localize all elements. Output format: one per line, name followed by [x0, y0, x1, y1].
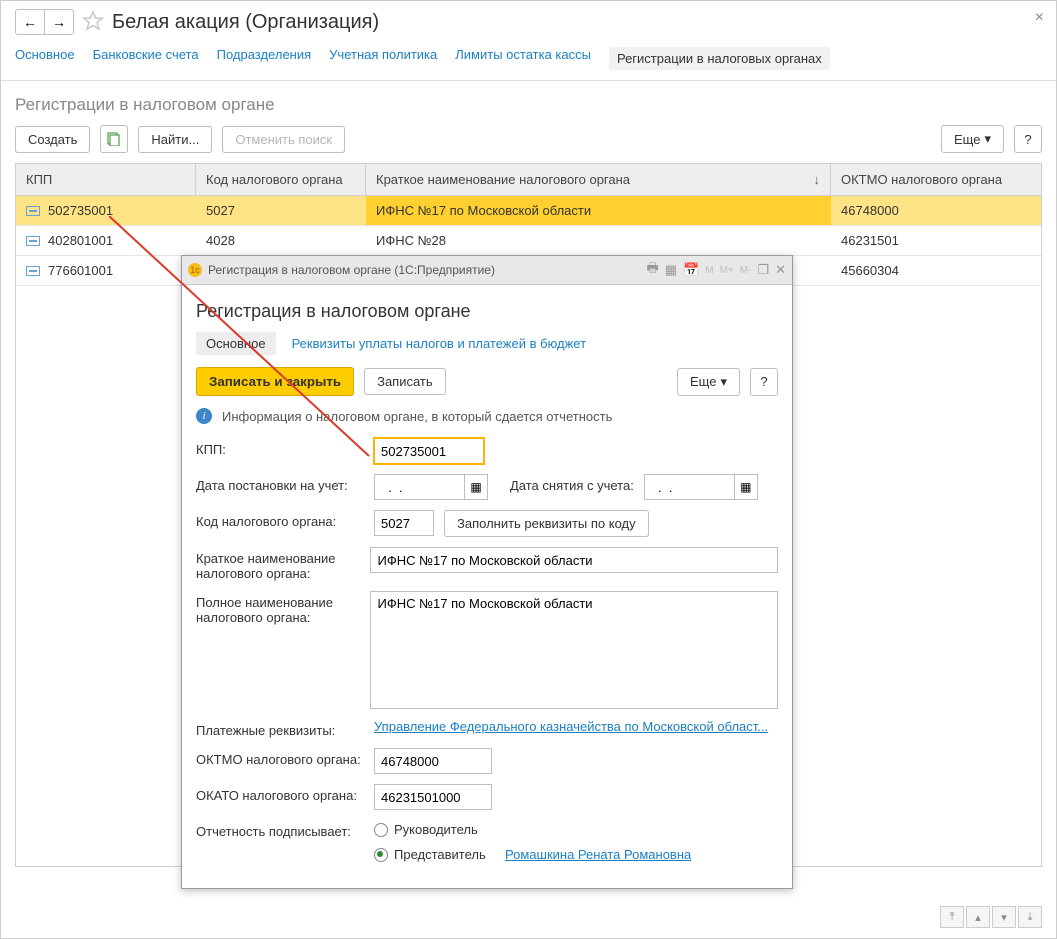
- label-signer: Отчетность подписывает:: [196, 820, 364, 839]
- tab-divisions[interactable]: Подразделения: [217, 47, 312, 70]
- find-button[interactable]: Найти...: [138, 126, 212, 153]
- fill-by-code-button[interactable]: Заполнить реквизиты по коду: [444, 510, 649, 537]
- reg-date-input[interactable]: [374, 474, 464, 500]
- list-toolbar: Создать Найти... Отменить поиск Еще ▾ ?: [1, 125, 1056, 163]
- sort-down-icon: ↓: [814, 172, 821, 187]
- save-button[interactable]: Записать: [364, 368, 446, 395]
- label-code: Код налогового органа:: [196, 510, 364, 529]
- label-kpp: КПП:: [196, 438, 364, 457]
- app-1c-icon: 1c: [188, 263, 202, 277]
- page-title: Белая акация (Организация): [112, 11, 379, 34]
- pay-props-link[interactable]: Управление Федерального казначейства по …: [374, 719, 768, 734]
- full-name-input[interactable]: [370, 591, 778, 709]
- section-title: Регистрации в налоговом органе: [1, 81, 1056, 125]
- tab-registrations[interactable]: Регистрации в налоговых органах: [609, 47, 830, 70]
- close-icon[interactable]: ×: [1035, 9, 1044, 27]
- dialog-titlebar[interactable]: 1c Регистрация в налоговом органе (1С:Пр…: [182, 256, 792, 285]
- dialog-tab-main[interactable]: Основное: [196, 332, 276, 355]
- nav-back-button[interactable]: ←: [15, 9, 45, 35]
- dialog-more-button[interactable]: Еще ▾: [677, 368, 740, 396]
- cancel-find-button[interactable]: Отменить поиск: [222, 126, 345, 153]
- short-name-input[interactable]: [370, 547, 778, 573]
- chevron-down-icon: ▾: [984, 131, 991, 147]
- scroll-up-button[interactable]: ▴: [966, 906, 990, 928]
- copy-button[interactable]: [100, 125, 128, 153]
- calendar-icon: ▦: [470, 480, 481, 494]
- info-icon: i: [196, 408, 212, 424]
- nav-back-forward: ← →: [15, 9, 74, 35]
- collapse-icon: [26, 236, 40, 246]
- oktmo-input[interactable]: [374, 748, 492, 774]
- calendar-icon[interactable]: 📅: [683, 262, 699, 278]
- okato-input[interactable]: [374, 784, 492, 810]
- radio-on-icon: [374, 848, 388, 862]
- copy-icon: [107, 132, 121, 146]
- tab-bank[interactable]: Банковские счета: [93, 47, 199, 70]
- dialog-heading: Регистрация в налоговом органе: [196, 301, 778, 322]
- signer-head-radio[interactable]: Руководитель: [374, 822, 691, 837]
- chevron-down-icon: ▾: [720, 374, 727, 390]
- dereg-date-input[interactable]: [644, 474, 734, 500]
- label-okato: ОКАТО налогового органа:: [196, 784, 364, 803]
- dialog-close-icon[interactable]: ✕: [775, 262, 786, 278]
- print-icon[interactable]: 🖶: [646, 259, 658, 281]
- dialog-toolbar: Записать и закрыть Записать Еще ▾ ?: [196, 367, 778, 396]
- tab-main[interactable]: Основное: [15, 47, 75, 70]
- star-icon[interactable]: [82, 10, 104, 35]
- table-header: КПП Код налогового органа Краткое наимен…: [16, 164, 1041, 196]
- th-kpp[interactable]: КПП: [16, 164, 196, 195]
- th-code[interactable]: Код налогового органа: [196, 164, 366, 195]
- calendar-icon: ▦: [740, 480, 751, 494]
- more-button[interactable]: Еще ▾: [941, 125, 1004, 153]
- list-scroll-nav: ⤒ ▴ ▾ ⤓: [940, 906, 1042, 928]
- label-pay-props: Платежные реквизиты:: [196, 719, 364, 738]
- radio-icon: [374, 823, 388, 837]
- signer-rep-radio[interactable]: Представитель Ромашкина Рената Романовна: [374, 847, 691, 862]
- m-minus-icon[interactable]: M-: [740, 265, 752, 276]
- label-oktmo: ОКТМО налогового органа:: [196, 748, 364, 767]
- label-short-name: Краткое наименование налогового органа:: [196, 547, 360, 581]
- create-button[interactable]: Создать: [15, 126, 90, 153]
- dereg-date-cal-button[interactable]: ▦: [734, 474, 758, 500]
- scroll-top-button[interactable]: ⤒: [940, 906, 964, 928]
- th-name[interactable]: Краткое наименование налогового органа ↓: [366, 164, 831, 195]
- label-dereg-date: Дата снятия с учета:: [498, 474, 634, 493]
- m-plus-icon[interactable]: M+: [720, 265, 734, 276]
- dialog-restore-icon[interactable]: ❐: [757, 262, 769, 278]
- save-close-button[interactable]: Записать и закрыть: [196, 367, 354, 396]
- label-reg-date: Дата постановки на учет:: [196, 474, 364, 493]
- help-button[interactable]: ?: [1014, 125, 1042, 153]
- table-row[interactable]: 402801001 4028 ИФНС №28 46231501: [16, 226, 1041, 256]
- tab-limits[interactable]: Лимиты остатка кассы: [455, 47, 591, 70]
- kpp-input[interactable]: [374, 438, 484, 464]
- nav-tabs: Основное Банковские счета Подразделения …: [1, 41, 1056, 81]
- registration-dialog: 1c Регистрация в налоговом органе (1С:Пр…: [181, 255, 793, 889]
- nav-forward-button[interactable]: →: [44, 9, 74, 35]
- scroll-bottom-button[interactable]: ⤓: [1018, 906, 1042, 928]
- m-icon[interactable]: M: [705, 265, 713, 276]
- th-oktmo[interactable]: ОКТМО налогового органа: [831, 164, 1041, 195]
- info-row: i Информация о налоговом органе, в котор…: [196, 408, 778, 424]
- dialog-tabs: Основное Реквизиты уплаты налогов и плат…: [196, 332, 778, 355]
- code-input[interactable]: [374, 510, 434, 536]
- representative-link[interactable]: Ромашкина Рената Романовна: [505, 847, 691, 862]
- dialog-tab-payment-props[interactable]: Реквизиты уплаты налогов и платежей в бю…: [292, 332, 586, 355]
- label-full-name: Полное наименование налогового органа:: [196, 591, 360, 625]
- dialog-title: Регистрация в налоговом органе (1С:Предп…: [208, 263, 495, 277]
- dialog-help-button[interactable]: ?: [750, 368, 778, 396]
- dereg-date-field: ▦: [644, 474, 758, 500]
- tab-policy[interactable]: Учетная политика: [329, 47, 437, 70]
- collapse-icon: [26, 206, 40, 216]
- reg-date-cal-button[interactable]: ▦: [464, 474, 488, 500]
- calc-icon[interactable]: ▦: [665, 262, 677, 278]
- reg-date-field: ▦: [374, 474, 488, 500]
- scroll-down-button[interactable]: ▾: [992, 906, 1016, 928]
- collapse-icon: [26, 266, 40, 276]
- table-row[interactable]: 502735001 5027 ИФНС №17 по Московской об…: [16, 196, 1041, 226]
